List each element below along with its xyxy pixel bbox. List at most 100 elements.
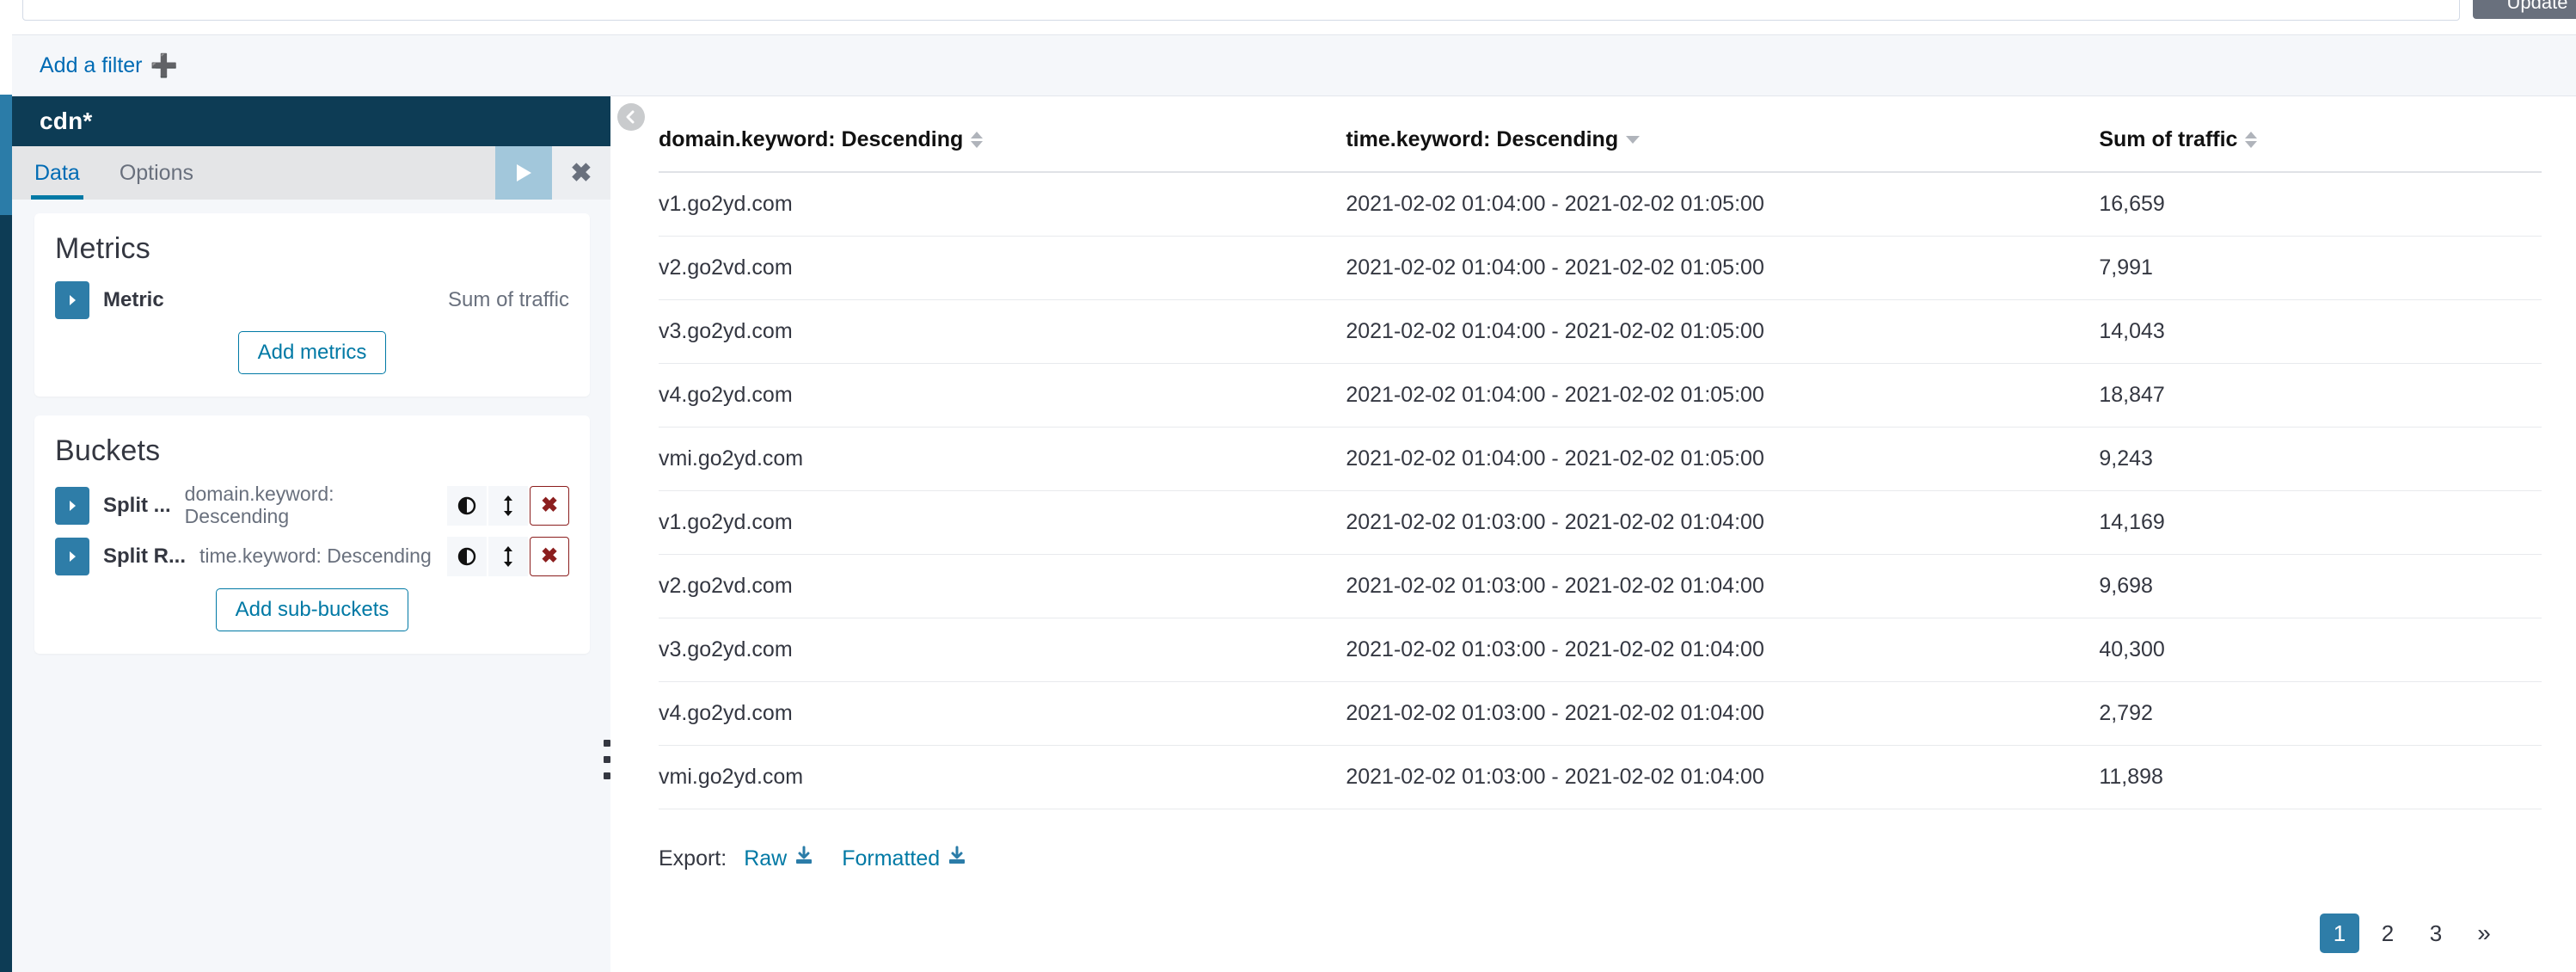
export-label: Export:: [659, 846, 727, 870]
visualization-area: domain.keyword: Descending time.keyword:…: [610, 96, 2576, 972]
editor-sidebar: cdn* Data Options ✖ Metrics Metric Sum o…: [12, 96, 610, 972]
tab-data-label: Data: [34, 160, 80, 185]
cell-traffic: 9,243: [2099, 427, 2542, 491]
table-row[interactable]: v1.go2yd.com 2021-02-02 01:04:00 - 2021-…: [659, 172, 2542, 237]
column-header-traffic-label: Sum of traffic: [2099, 127, 2238, 151]
metric-agg-label: Metric: [103, 288, 164, 311]
cell-domain: v2.go2vd.com: [659, 554, 1346, 618]
table-row[interactable]: v3.go2yd.com 2021-02-02 01:04:00 - 2021-…: [659, 299, 2542, 364]
table-row[interactable]: v2.go2vd.com 2021-02-02 01:03:00 - 2021-…: [659, 554, 2542, 618]
bucket-agg-row[interactable]: Split ... domain.keyword: Descending ✖: [55, 483, 569, 528]
page-button-1[interactable]: 1: [2320, 914, 2359, 953]
metric-agg-row[interactable]: Metric Sum of traffic: [55, 281, 569, 319]
cell-traffic: 14,043: [2099, 299, 2542, 364]
metric-agg-value: Sum of traffic: [448, 288, 569, 311]
plus-icon: ➕: [150, 52, 178, 78]
cell-time: 2021-02-02 01:03:00 - 2021-02-02 01:04:0…: [1346, 745, 2100, 809]
cell-domain: v1.go2yd.com: [659, 172, 1346, 237]
move-updown-icon[interactable]: [488, 485, 528, 526]
download-icon: [794, 846, 814, 872]
tab-options-label: Options: [119, 160, 193, 185]
cell-domain: v4.go2yd.com: [659, 681, 1346, 746]
query-bar: Update: [12, 0, 2576, 34]
download-icon: [947, 846, 967, 872]
global-nav-rail-top: [0, 0, 12, 95]
cell-traffic: 7,991: [2099, 236, 2542, 300]
add-metrics-button[interactable]: Add metrics: [237, 331, 387, 374]
chevron-right-icon[interactable]: [55, 486, 89, 525]
tab-data[interactable]: Data: [31, 146, 83, 200]
data-table: domain.keyword: Descending time.keyword:…: [659, 96, 2542, 809]
filter-bar: Add a filter ➕: [12, 34, 2576, 96]
apply-changes-button[interactable]: [495, 146, 552, 200]
add-filter-label: Add a filter: [40, 52, 143, 77]
table-body: v1.go2yd.com 2021-02-02 01:04:00 - 2021-…: [659, 172, 2542, 809]
update-button[interactable]: Update: [2473, 0, 2576, 19]
page-button-2[interactable]: 2: [2368, 914, 2407, 953]
remove-x-icon[interactable]: ✖: [530, 536, 569, 576]
bucket-agg-value: time.keyword: Descending: [199, 544, 432, 567]
cell-time: 2021-02-02 01:04:00 - 2021-02-02 01:05:0…: [1346, 427, 2100, 491]
export-raw-button[interactable]: Raw: [744, 846, 814, 872]
cell-domain: v1.go2yd.com: [659, 490, 1346, 555]
cell-domain: v2.go2vd.com: [659, 236, 1346, 300]
data-table-wrapper: domain.keyword: Descending time.keyword:…: [610, 96, 2576, 809]
tab-options[interactable]: Options: [120, 146, 193, 200]
cell-traffic: 16,659: [2099, 172, 2542, 237]
bucket-controls: ✖: [447, 485, 569, 526]
cell-time: 2021-02-02 01:03:00 - 2021-02-02 01:04:0…: [1346, 618, 2100, 682]
cell-domain: vmi.go2yd.com: [659, 745, 1346, 809]
column-header-domain[interactable]: domain.keyword: Descending: [659, 96, 1346, 173]
bucket-agg-label: Split ...: [103, 493, 171, 517]
move-updown-icon[interactable]: [488, 536, 528, 576]
table-row[interactable]: v2.go2vd.com 2021-02-02 01:04:00 - 2021-…: [659, 236, 2542, 300]
index-pattern-title: cdn*: [12, 96, 610, 146]
sort-icon: [971, 132, 984, 148]
column-header-traffic[interactable]: Sum of traffic: [2099, 96, 2542, 173]
discard-changes-button[interactable]: ✖: [552, 146, 610, 200]
cell-time: 2021-02-02 01:03:00 - 2021-02-02 01:04:0…: [1346, 490, 2100, 555]
column-header-time[interactable]: time.keyword: Descending: [1346, 96, 2100, 173]
bucket-agg-row[interactable]: Split R... time.keyword: Descending ✖: [55, 536, 569, 576]
cell-traffic: 2,792: [2099, 681, 2542, 746]
search-input[interactable]: [22, 0, 2460, 21]
cell-time: 2021-02-02 01:03:00 - 2021-02-02 01:04:0…: [1346, 681, 2100, 746]
cell-traffic: 14,169: [2099, 490, 2542, 555]
cell-domain: v4.go2yd.com: [659, 363, 1346, 428]
cell-time: 2021-02-02 01:04:00 - 2021-02-02 01:05:0…: [1346, 172, 2100, 237]
page-button-3[interactable]: 3: [2416, 914, 2456, 953]
column-header-domain-label: domain.keyword: Descending: [659, 127, 964, 151]
bucket-controls: ✖: [447, 536, 569, 576]
chevron-left-icon[interactable]: [617, 103, 645, 131]
visibility-toggle-icon[interactable]: [447, 536, 487, 576]
table-row[interactable]: vmi.go2yd.com 2021-02-02 01:03:00 - 2021…: [659, 745, 2542, 809]
cell-traffic: 9,698: [2099, 554, 2542, 618]
table-row[interactable]: v3.go2yd.com 2021-02-02 01:03:00 - 2021-…: [659, 618, 2542, 682]
drag-handle-icon[interactable]: [590, 740, 624, 779]
table-row[interactable]: vmi.go2yd.com 2021-02-02 01:04:00 - 2021…: [659, 427, 2542, 491]
export-formatted-label: Formatted: [842, 846, 941, 870]
next-page-button[interactable]: »: [2464, 914, 2504, 953]
remove-x-icon[interactable]: ✖: [530, 485, 569, 526]
add-filter-button[interactable]: Add a filter ➕: [40, 53, 178, 78]
metrics-panel: Metrics Metric Sum of traffic Add metric…: [34, 213, 590, 397]
export-formatted-button[interactable]: Formatted: [842, 846, 967, 872]
visibility-toggle-icon[interactable]: [447, 485, 487, 526]
cell-time: 2021-02-02 01:04:00 - 2021-02-02 01:05:0…: [1346, 236, 2100, 300]
export-raw-label: Raw: [744, 846, 788, 870]
table-row[interactable]: v4.go2yd.com 2021-02-02 01:04:00 - 2021-…: [659, 363, 2542, 428]
chevron-right-icon[interactable]: [55, 537, 89, 575]
metrics-title: Metrics: [55, 232, 150, 265]
cell-domain: v3.go2yd.com: [659, 299, 1346, 364]
cell-traffic: 18,847: [2099, 363, 2542, 428]
editor-action-buttons: ✖: [495, 146, 610, 200]
global-nav-rail-active-segment: [0, 95, 12, 215]
editor-body: Metrics Metric Sum of traffic Add metric…: [12, 200, 610, 654]
buckets-panel: Buckets Split ... domain.keyword: Descen…: [34, 415, 590, 654]
export-row: Export: Raw Formatted: [610, 809, 2576, 872]
table-row[interactable]: v4.go2yd.com 2021-02-02 01:03:00 - 2021-…: [659, 681, 2542, 746]
add-sub-buckets-button[interactable]: Add sub-buckets: [215, 588, 409, 631]
chevron-right-icon[interactable]: [55, 281, 89, 319]
cell-time: 2021-02-02 01:04:00 - 2021-02-02 01:05:0…: [1346, 363, 2100, 428]
table-row[interactable]: v1.go2yd.com 2021-02-02 01:03:00 - 2021-…: [659, 490, 2542, 555]
